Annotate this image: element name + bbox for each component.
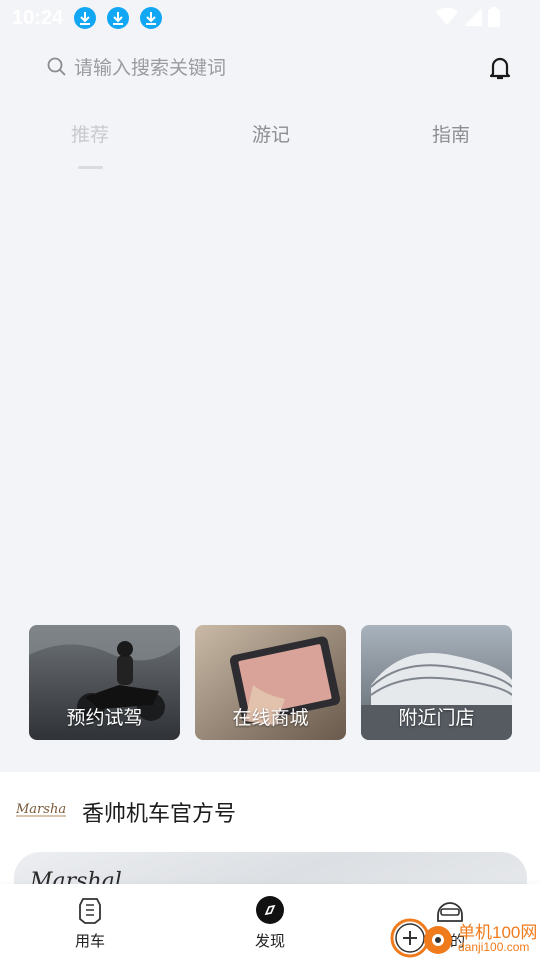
tab-recommend[interactable]: 推荐 (40, 120, 140, 147)
battery-icon (488, 7, 500, 31)
status-time: 10:24 (12, 6, 64, 29)
nav-label-discover: 发现 (254, 932, 285, 950)
watermark-logo-icon (390, 918, 452, 958)
bell-icon[interactable] (486, 54, 514, 86)
test-drive-label: 预约试驾 (66, 707, 143, 729)
nav-label-vehicle: 用车 (74, 932, 105, 950)
download-icon (74, 7, 97, 29)
brand-logo-image[interactable]: Marshal (16, 798, 66, 820)
search-input[interactable] (74, 54, 434, 82)
nav-item-discover[interactable]: 发现 (230, 894, 310, 951)
content-tabs: 推荐 游记 指南 (0, 120, 540, 176)
tab-travel-notes[interactable]: 游记 (221, 120, 321, 147)
online-store-card[interactable]: 在线商城 (195, 625, 346, 740)
watermark: 单机100网 danji100.com (390, 914, 540, 960)
signal-icon (464, 8, 482, 30)
search-bar (0, 46, 540, 90)
tab-indicator (78, 166, 103, 169)
nearby-stores-label: 附近门店 (398, 707, 475, 729)
nearby-stores-card[interactable]: 附近门店 (361, 625, 512, 740)
status-indicators (436, 7, 500, 31)
search-icon (47, 57, 67, 81)
motorcycle-icon (74, 894, 106, 926)
compass-icon (254, 894, 286, 926)
test-drive-card[interactable]: 预约试驾 (29, 625, 180, 740)
download-icon (140, 7, 163, 29)
official-account-title[interactable]: 香帅机车官方号 (82, 796, 236, 828)
status-bar: 10:24 (0, 0, 540, 36)
nav-item-vehicle[interactable]: 用车 (50, 894, 130, 951)
online-store-label: 在线商城 (232, 707, 309, 729)
quick-actions: 预约试驾 在线商城 附近门店 (29, 625, 512, 740)
watermark-url: danji100.com (458, 940, 530, 954)
wifi-icon (436, 7, 458, 30)
svg-text:Marshal: Marshal (16, 802, 66, 817)
tab-guide[interactable]: 指南 (401, 120, 501, 147)
download-icon (107, 7, 130, 29)
